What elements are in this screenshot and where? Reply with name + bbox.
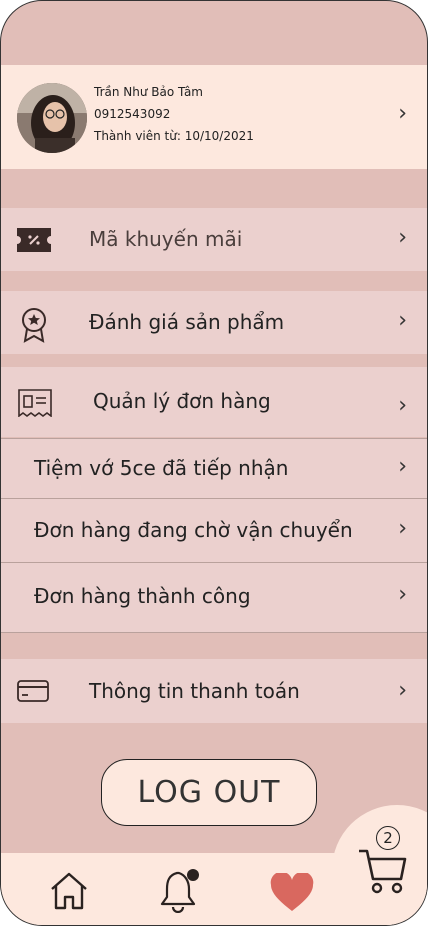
ticket-icon — [17, 228, 51, 252]
profile-name: Trần Như Bảo Tâm — [94, 85, 203, 99]
chevron-right-icon: › — [398, 308, 407, 333]
logout-button[interactable]: LOG OUT — [101, 759, 317, 826]
menu-item-received[interactable]: Tiệm vớ 5ce đã tiếp nhận › — [1, 438, 427, 499]
menu-label-shipping: Đơn hàng đang chờ vận chuyển — [34, 518, 353, 542]
chevron-right-icon: › — [398, 454, 407, 479]
heart-icon[interactable] — [269, 873, 315, 913]
receipt-icon — [18, 389, 52, 417]
menu-label-payment: Thông tin thanh toán — [89, 679, 300, 703]
chevron-right-icon: › — [398, 225, 407, 250]
chevron-right-icon: › — [398, 678, 407, 703]
profile-phone: 0912543092 — [94, 107, 171, 121]
card-icon — [17, 680, 49, 702]
menu-item-promo[interactable]: Mã khuyến mãi › — [1, 208, 427, 271]
chevron-right-icon: › — [398, 393, 407, 418]
menu-label-orders: Quản lý đơn hàng — [93, 389, 271, 413]
menu-item-shipping[interactable]: Đơn hàng đang chờ vận chuyển › — [1, 498, 427, 563]
menu-item-orders[interactable]: Quản lý đơn hàng › — [1, 367, 427, 437]
cart-icon[interactable] — [357, 847, 409, 895]
menu-label-received: Tiệm vớ 5ce đã tiếp nhận — [34, 456, 289, 480]
bell-icon[interactable] — [157, 867, 203, 913]
menu-item-payment[interactable]: Thông tin thanh toán › — [1, 659, 427, 723]
profile-info: Trần Như Bảo Tâm 0912543092 Thành viên t… — [94, 81, 254, 147]
profile-card[interactable]: Trần Như Bảo Tâm 0912543092 Thành viên t… — [1, 65, 427, 169]
menu-item-success[interactable]: Đơn hàng thành công › — [1, 562, 427, 633]
award-icon — [22, 308, 46, 343]
menu-item-review[interactable]: Đánh giá sản phẩm › — [1, 291, 427, 354]
avatar — [17, 83, 87, 153]
home-icon[interactable] — [49, 871, 89, 911]
menu-label-promo: Mã khuyến mãi — [89, 227, 243, 251]
profile-member-since: Thành viên từ: 10/10/2021 — [94, 129, 254, 143]
phone-frame: Trần Như Bảo Tâm 0912543092 Thành viên t… — [0, 0, 428, 926]
menu-label-success: Đơn hàng thành công — [34, 584, 251, 608]
chevron-right-icon: › — [398, 582, 407, 607]
chevron-right-icon: › — [398, 101, 407, 126]
chevron-right-icon: › — [398, 516, 407, 541]
menu-label-review: Đánh giá sản phẩm — [89, 310, 285, 334]
